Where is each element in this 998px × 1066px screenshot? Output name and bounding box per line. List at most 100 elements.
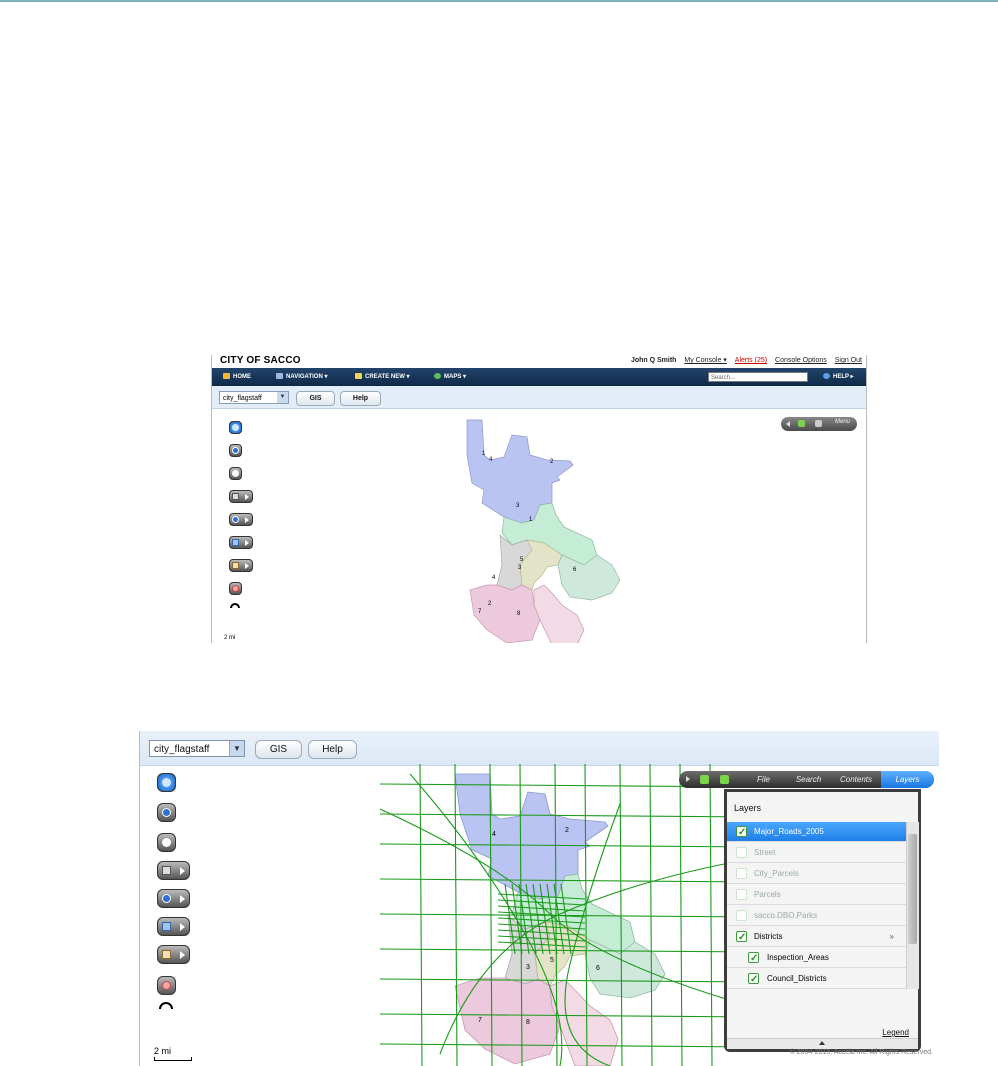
checkbox[interactable] [736, 910, 747, 921]
map-select-value: city_flagstaff [223, 395, 262, 402]
nav-navigation[interactable]: NAVIGATION ▾ [276, 373, 327, 380]
layer-label: Street [754, 848, 776, 857]
expand-double-chevron-icon[interactable]: » [890, 927, 894, 947]
identify-button[interactable] [157, 889, 190, 908]
layer-row-districts[interactable]: Districts » [727, 927, 906, 948]
road-line [679, 764, 683, 1066]
nav-maps[interactable]: MAPS ▾ [434, 373, 466, 380]
layers-scrollbar[interactable] [906, 822, 919, 989]
select-tool-button[interactable] [157, 861, 190, 880]
district-label: 3 [526, 964, 530, 971]
arrow-right-icon [245, 540, 249, 546]
checkbox[interactable] [736, 928, 747, 948]
checkbox[interactable] [748, 970, 759, 990]
district-north[interactable] [466, 419, 574, 524]
select-icon [232, 493, 239, 500]
layer-label: Districts [754, 932, 783, 941]
search-icon[interactable]: ⌕ [796, 373, 799, 380]
district-label: 2 [565, 827, 569, 834]
pan-button[interactable] [229, 467, 242, 480]
checkbox[interactable] [736, 823, 747, 843]
checkbox[interactable] [736, 889, 747, 900]
district-south[interactable] [454, 977, 561, 1065]
collapse-arrow-icon[interactable] [786, 421, 790, 427]
map-select[interactable]: city_flagstaff ▼ [219, 391, 289, 404]
help-button[interactable]: Help [308, 740, 357, 759]
identify-button[interactable] [229, 513, 253, 526]
layer-label: Parcels [754, 890, 781, 899]
map-tool-column [157, 773, 197, 1013]
road-line [709, 764, 713, 1066]
nav-home[interactable]: HOME [223, 373, 251, 380]
zoom-extent-button[interactable] [157, 773, 176, 792]
zoom-in-button[interactable] [229, 444, 242, 457]
back-arrow-icon[interactable] [798, 420, 805, 427]
forward-arrow-icon[interactable] [720, 775, 729, 784]
layer-row-inspection-areas[interactable]: Inspection_Areas [727, 948, 906, 969]
district-label: 5 [550, 957, 554, 964]
user-bar: John Q Smith My Console ▾ Alerts (25) Co… [625, 356, 862, 364]
hand-icon [232, 470, 239, 477]
district-map[interactable]: 1 4 2 3 1 5 3 6 4 2 7 8 [452, 415, 652, 643]
road-line [649, 764, 653, 1066]
road-line [619, 764, 623, 1066]
my-console-link[interactable]: My Console ▾ [684, 357, 726, 364]
legend-link[interactable]: Legend [882, 1028, 909, 1037]
zoom-extent-button[interactable] [229, 421, 242, 434]
checkbox[interactable] [736, 868, 747, 879]
sign-out-link[interactable]: Sign Out [835, 357, 862, 364]
nav-help-label: HELP ▸ [833, 374, 854, 380]
app-header: CITY OF SACCO John Q Smith My Console ▾ … [212, 355, 866, 367]
district-label: 8 [526, 1019, 530, 1026]
layer-row-parcels[interactable]: Parcels [727, 885, 906, 905]
layer-row-street[interactable]: Street [727, 843, 906, 863]
layers-panel: Layers Major_Roads_2005 Street City_Parc… [724, 789, 921, 1052]
layers-tool-button[interactable] [157, 945, 190, 964]
console-options-link[interactable]: Console Options [775, 357, 827, 364]
district-east[interactable] [557, 554, 621, 601]
checkbox[interactable] [748, 949, 759, 969]
chevron-down-icon[interactable]: ▼ [229, 741, 244, 756]
pan-button[interactable] [157, 833, 176, 852]
tab-layers[interactable]: Layers [881, 771, 934, 788]
tab-search[interactable]: Search [786, 771, 831, 788]
clear-button[interactable] [157, 976, 176, 995]
extent-icon [232, 539, 239, 546]
nav-create-new[interactable]: CREATE NEW ▾ [355, 373, 410, 380]
eraser-icon [162, 981, 171, 990]
map-select[interactable]: city_flagstaff ▼ [149, 740, 245, 757]
menu-button[interactable]: Menu [835, 419, 850, 425]
tab-file[interactable]: File [741, 771, 786, 788]
search-input[interactable]: Search... [708, 372, 808, 382]
scrollbar-thumb[interactable] [908, 834, 917, 944]
extent-tool-button[interactable] [157, 917, 190, 936]
district-road-map[interactable]: 4 2 3 5 6 7 8 [380, 764, 760, 1066]
clear-button[interactable] [229, 582, 242, 595]
layer-row-city-parcels[interactable]: City_Parcels [727, 864, 906, 884]
select-icon [162, 866, 171, 875]
select-tool-button[interactable] [229, 490, 253, 503]
help-icon [823, 373, 830, 379]
alerts-link[interactable]: Alerts (25) [735, 357, 767, 364]
collapse-up-icon[interactable] [819, 1041, 825, 1045]
eraser-icon [232, 585, 239, 592]
extent-tool-button[interactable] [229, 536, 253, 549]
nav-help[interactable]: HELP ▸ [823, 373, 854, 380]
forward-arrow-icon[interactable] [815, 420, 822, 427]
back-arrow-icon[interactable] [700, 775, 709, 784]
checkbox[interactable] [736, 847, 747, 858]
layer-row-council-districts[interactable]: Council_Districts [727, 969, 906, 990]
gis-button[interactable]: GIS [296, 391, 335, 406]
help-button[interactable]: Help [340, 391, 381, 406]
layer-row-parks[interactable]: sacco.DBO.Parks [727, 906, 906, 926]
layer-row-major-roads[interactable]: Major_Roads_2005 [727, 822, 906, 843]
chevron-down-icon[interactable]: ▼ [277, 392, 288, 403]
collapse-icon[interactable] [230, 603, 240, 608]
gis-button[interactable]: GIS [255, 740, 302, 759]
layers-tool-button[interactable] [229, 559, 253, 572]
collapse-icon[interactable] [159, 1002, 173, 1009]
zoom-in-button[interactable] [157, 803, 176, 822]
expand-arrow-icon[interactable] [686, 776, 690, 782]
nav-create-new-label: CREATE NEW ▾ [365, 374, 410, 380]
tab-contents[interactable]: Contents [831, 771, 881, 788]
